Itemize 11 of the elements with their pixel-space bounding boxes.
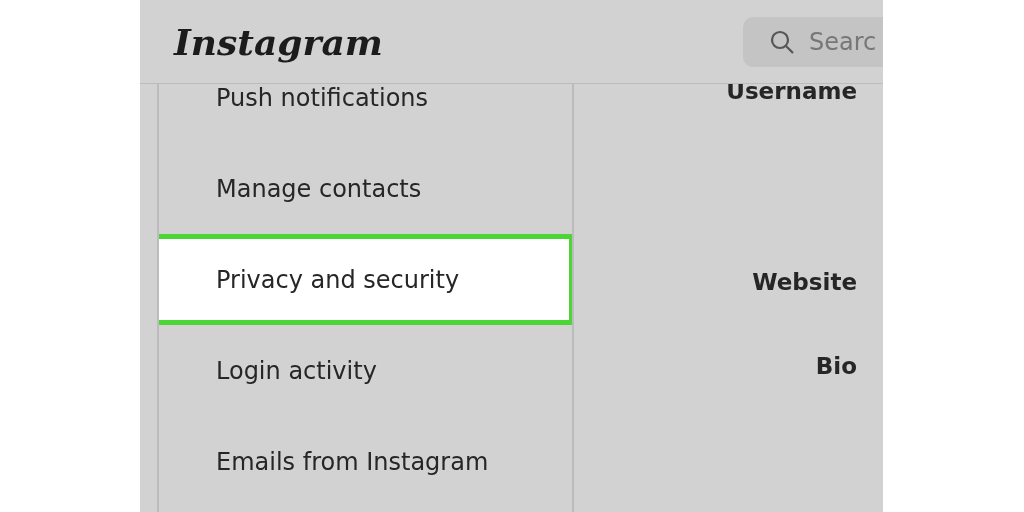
sidebar-item[interactable]: Push notifications xyxy=(159,84,572,143)
instagram-logo: Instagram xyxy=(174,20,383,63)
sidebar-item[interactable]: Emails from Instagram xyxy=(159,416,572,507)
search-icon xyxy=(769,28,795,55)
search-field[interactable]: Searc xyxy=(743,16,883,67)
sidebar-item[interactable]: Login activity xyxy=(159,325,572,416)
field-label: Bio xyxy=(815,352,857,381)
field-label: Website xyxy=(752,268,857,297)
sidebar-item[interactable]: Privacy and security xyxy=(159,234,572,325)
sidebar-item[interactable]: Manage contacts xyxy=(159,143,572,234)
field-label: Username xyxy=(726,77,857,106)
